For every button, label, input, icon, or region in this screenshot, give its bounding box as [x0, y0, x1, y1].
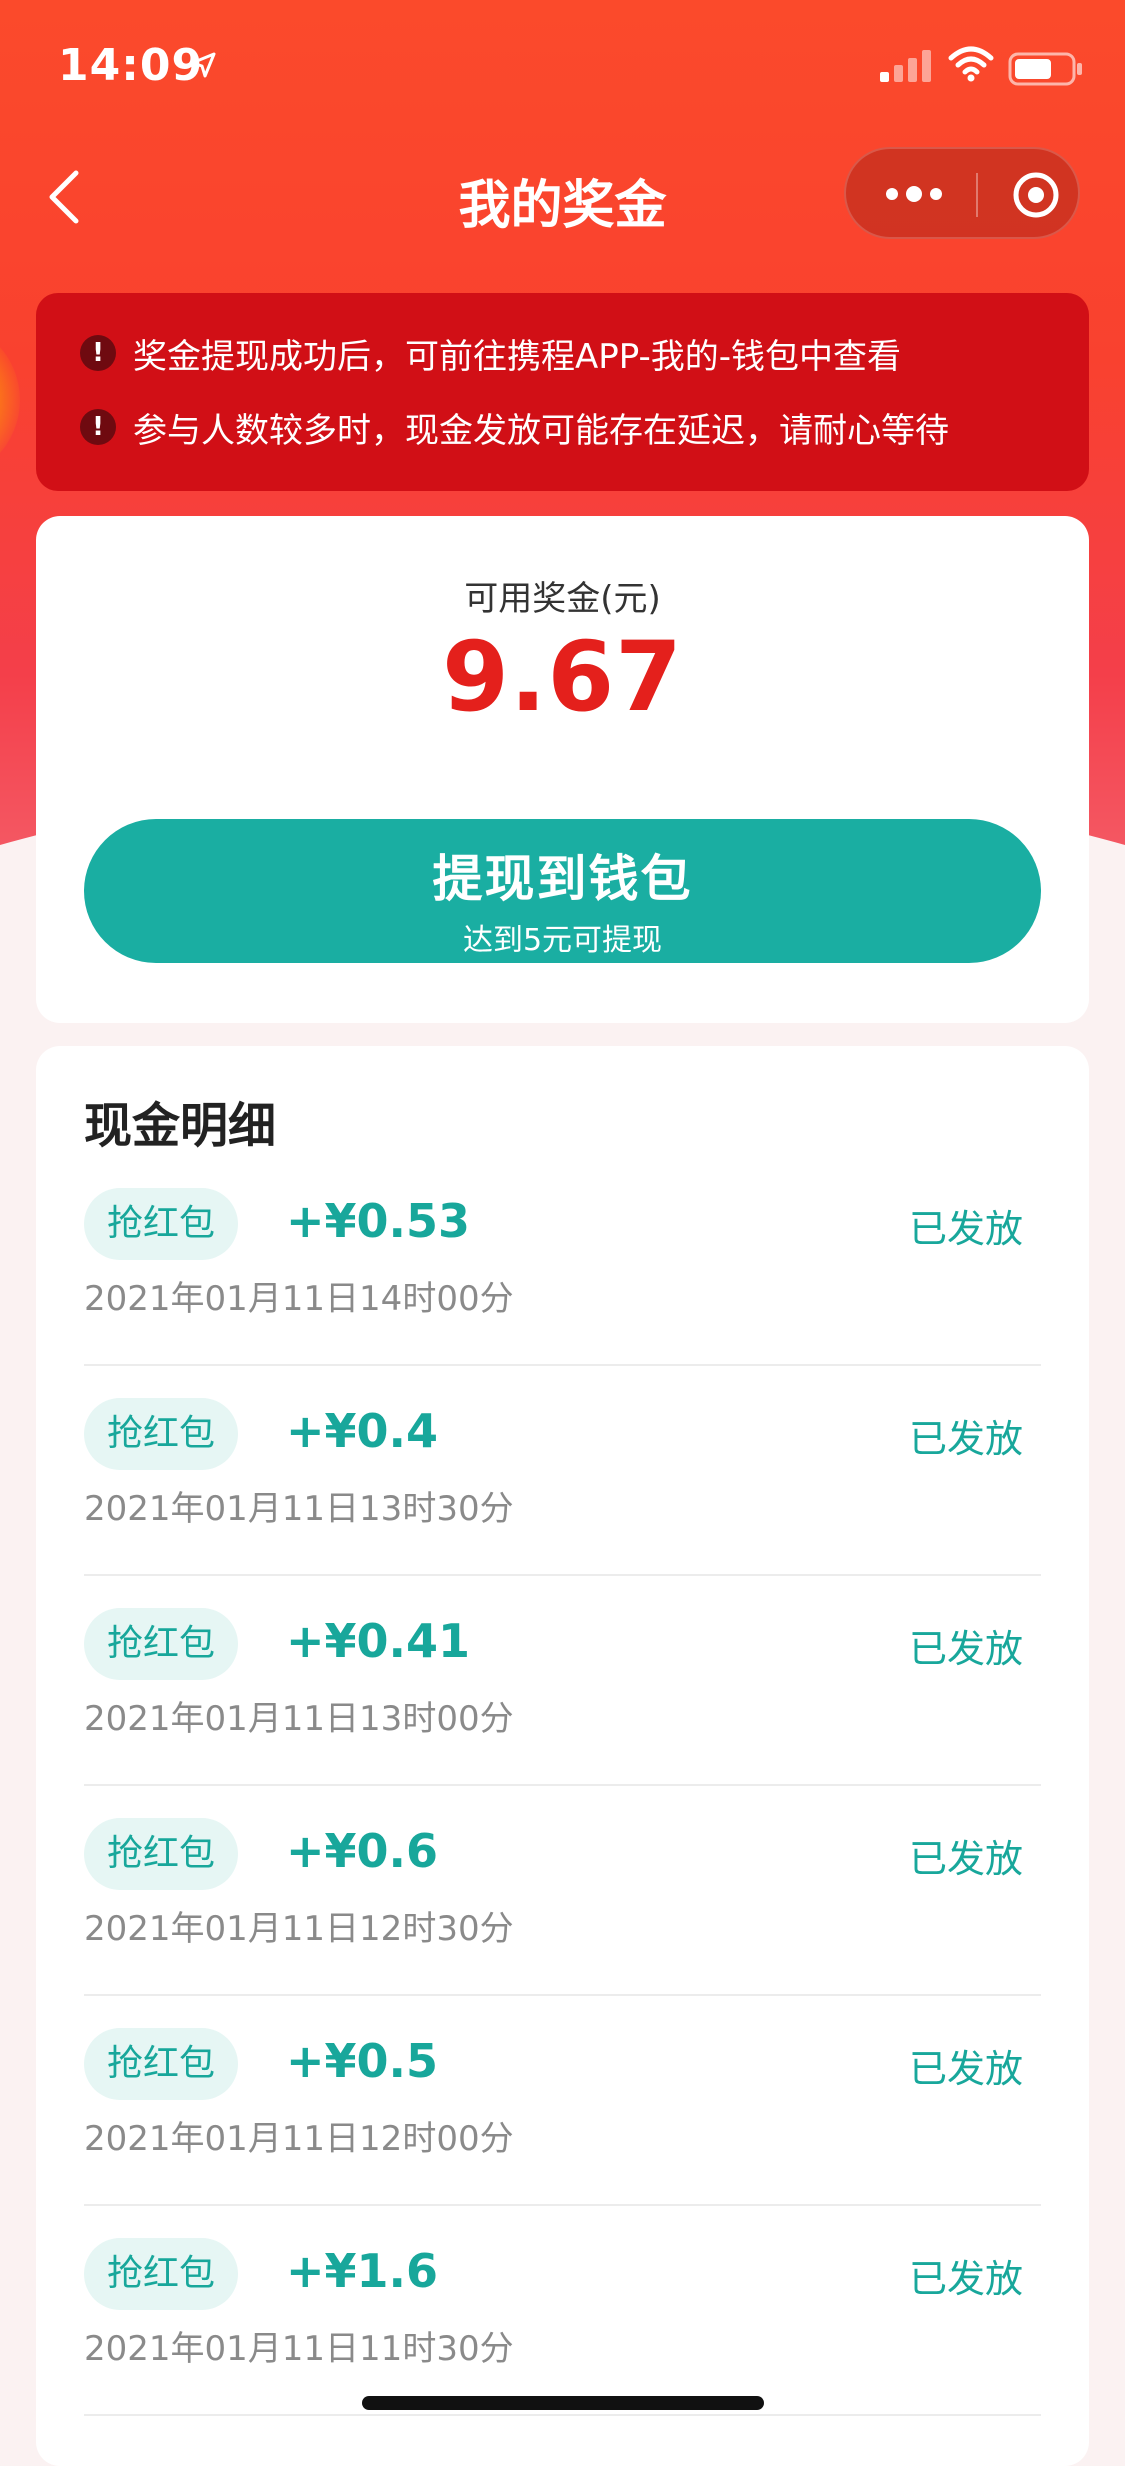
navigation-bar: 我的奖金	[0, 135, 1125, 265]
close-mini-program-icon[interactable]	[1012, 171, 1060, 219]
balance-card: 可用奖金(元) 9.67 提现到钱包 达到5元可提现	[36, 516, 1089, 1023]
record-date: 2021年01月11日12时00分	[84, 2119, 514, 2159]
notice-text: 参与人数较多时，现金发放可能存在延迟，请耐心等待	[133, 411, 949, 451]
record-type-tag: 抢红包	[84, 1398, 238, 1470]
balance-label: 可用奖金(元)	[464, 579, 661, 619]
list-item[interactable]: 抢红包 +¥0.5 已发放 2021年01月11日12时00分	[84, 2028, 1041, 2238]
record-amount: +¥0.6	[286, 1824, 439, 1878]
row-divider	[84, 2204, 1041, 2206]
record-amount: +¥0.4	[286, 1404, 439, 1458]
withdraw-button-label: 提现到钱包	[432, 850, 693, 908]
wifi-icon	[948, 46, 994, 82]
warning-icon: !	[80, 409, 116, 445]
record-date: 2021年01月11日13时30分	[84, 1489, 514, 1529]
record-amount: +¥0.53	[286, 1194, 471, 1248]
mini-program-capsule	[844, 147, 1080, 239]
cash-details-card: 现金明细 抢红包 +¥0.53 已发放 2021年01月11日14时00分 抢红…	[36, 1046, 1089, 2466]
row-divider	[84, 1784, 1041, 1786]
row-divider	[84, 1364, 1041, 1366]
location-arrow-icon	[190, 52, 216, 78]
more-options-icon[interactable]	[884, 179, 944, 209]
record-status: 已发放	[908, 1417, 1023, 1461]
list-item[interactable]: 抢红包 +¥0.6 已发放 2021年01月11日12时30分	[84, 1818, 1041, 2028]
notice-row: ! 奖金提现成功后，可前往携程APP-我的-钱包中查看	[80, 323, 1080, 383]
record-amount: +¥1.6	[286, 2244, 439, 2298]
record-amount: +¥0.5	[286, 2034, 439, 2088]
record-date: 2021年01月11日12时30分	[84, 1909, 514, 1949]
warning-icon: !	[80, 335, 116, 371]
cash-details-title: 现金明细	[84, 1098, 277, 1154]
record-type-tag: 抢红包	[84, 1188, 238, 1260]
balance-amount: 9.67	[442, 621, 683, 733]
status-time: 14:09	[58, 40, 204, 91]
record-status: 已发放	[908, 1837, 1023, 1881]
row-divider	[84, 1574, 1041, 1576]
withdraw-button-hint: 达到5元可提现	[462, 923, 663, 958]
record-date: 2021年01月11日11时30分	[84, 2329, 514, 2369]
battery-icon	[1008, 52, 1082, 86]
record-status: 已发放	[908, 2257, 1023, 2301]
record-status: 已发放	[908, 1627, 1023, 1671]
record-type-tag: 抢红包	[84, 1608, 238, 1680]
list-item[interactable]: 抢红包 +¥0.53 已发放 2021年01月11日14时00分	[84, 1188, 1041, 1398]
row-divider	[84, 2414, 1041, 2416]
record-date: 2021年01月11日13时00分	[84, 1699, 514, 1739]
record-type-tag: 抢红包	[84, 2028, 238, 2100]
list-item[interactable]: 抢红包 +¥0.41 已发放 2021年01月11日13时00分	[84, 1608, 1041, 1818]
record-type-tag: 抢红包	[84, 1818, 238, 1890]
capsule-divider	[976, 173, 978, 217]
record-amount: +¥0.41	[286, 1614, 471, 1668]
record-date: 2021年01月11日14时00分	[84, 1279, 514, 1319]
notice-text: 奖金提现成功后，可前往携程APP-我的-钱包中查看	[133, 337, 902, 377]
list-item[interactable]: 抢红包 +¥1.6 已发放 2021年01月11日11时30分	[84, 2238, 1041, 2448]
cellular-signal-icon	[880, 50, 931, 82]
notice-banner: ! 奖金提现成功后，可前往携程APP-我的-钱包中查看 ! 参与人数较多时，现金…	[36, 293, 1089, 491]
row-divider	[84, 1994, 1041, 1996]
list-item[interactable]: 抢红包 +¥0.4 已发放 2021年01月11日13时30分	[84, 1398, 1041, 1608]
notice-row: ! 参与人数较多时，现金发放可能存在延迟，请耐心等待	[80, 397, 1080, 457]
home-indicator	[362, 2396, 764, 2410]
record-status: 已发放	[908, 1207, 1023, 1251]
record-status: 已发放	[908, 2047, 1023, 2091]
record-type-tag: 抢红包	[84, 2238, 238, 2310]
status-bar: 14:09	[0, 0, 1125, 135]
decorative-glow	[0, 320, 20, 480]
withdraw-button[interactable]: 提现到钱包 达到5元可提现	[84, 819, 1041, 963]
